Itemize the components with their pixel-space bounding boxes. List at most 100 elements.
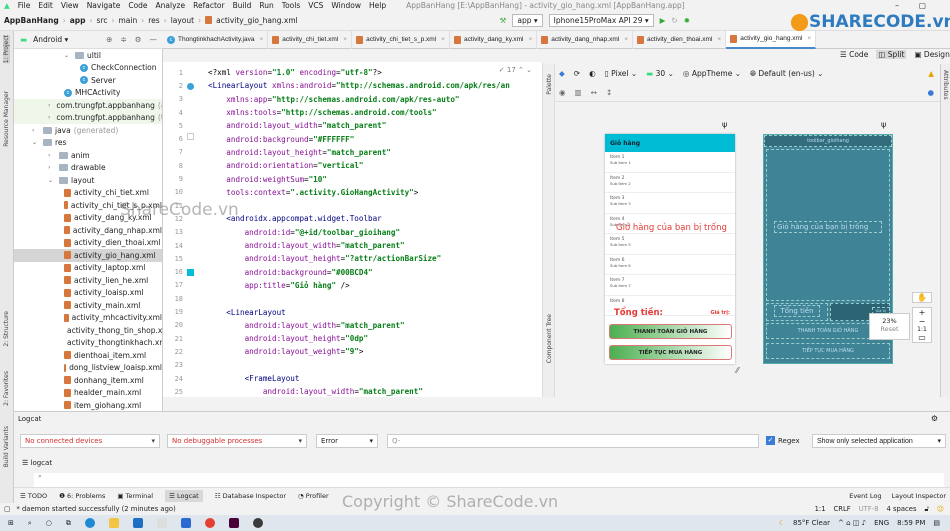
tree-item[interactable]: healder_main.xml	[14, 387, 162, 400]
tool-layout-inspector[interactable]: Layout Inspector	[892, 492, 946, 500]
color-swatch-icon[interactable]	[187, 133, 194, 140]
tab-ThongtinkhachActivity-java[interactable]: c ThongtinkhachActivity.java ×	[163, 30, 269, 49]
bottom-tab-profiler[interactable]: ◔ Profiler	[298, 492, 329, 500]
breadcrumb-layout[interactable]: layout	[171, 16, 194, 25]
chevron-down-icon[interactable]: ⌄	[64, 52, 72, 59]
tree-item[interactable]: activity_gio_hang.xml	[14, 249, 162, 262]
collapse-icon[interactable]: ≑	[120, 35, 126, 44]
chevron-right-icon[interactable]: ›	[48, 152, 56, 159]
adobe-xd-icon[interactable]	[228, 518, 239, 528]
file-explorer-icon[interactable]	[108, 518, 119, 528]
menu-window[interactable]: Window	[331, 1, 361, 10]
tree-item[interactable]: ›com.trungfpt.appbanhang(te	[14, 111, 162, 124]
bottom-tab-terminal[interactable]: ▣ Terminal	[117, 492, 153, 500]
code-editor[interactable]: ✓ 17 ⌃ ⌄ 1 <?xml version="1.0" encoding="…	[163, 62, 543, 397]
close-tab-icon[interactable]: ×	[343, 36, 347, 43]
tree-item[interactable]: dong_listview_loaisp.xml	[14, 362, 162, 375]
close-tab-icon[interactable]: ×	[259, 36, 263, 43]
notification-icon[interactable]: ▤	[933, 519, 940, 527]
menu-run[interactable]: Run	[259, 1, 273, 10]
clock[interactable]: 8:59 PM	[897, 519, 925, 527]
cortana-icon[interactable]: ○	[46, 519, 52, 527]
project-tool-button[interactable]: 1: Project	[3, 35, 10, 64]
close-tab-icon[interactable]: ×	[528, 36, 532, 43]
design-mode-button[interactable]: ▣ Design	[914, 50, 949, 59]
menu-navigate[interactable]: Navigate	[87, 1, 121, 10]
resize-handle[interactable]: ⁄⁄	[736, 366, 739, 375]
android-studio-taskbar-icon[interactable]	[252, 518, 263, 528]
tree-item[interactable]: ⌄ res	[14, 137, 162, 150]
locale-select[interactable]: 🌐︎ Default (en-us) ⌄	[750, 69, 823, 79]
regex-checkbox[interactable]: ✓ Regex	[766, 436, 800, 445]
menu-build[interactable]: Build	[233, 1, 252, 10]
tree-item[interactable]: › drawable	[14, 162, 162, 175]
horizontal-resize-icon[interactable]: ↔	[591, 88, 597, 97]
tree-item[interactable]: dienthoai_item.xml	[14, 349, 162, 362]
close-tab-icon[interactable]: ×	[807, 35, 811, 42]
run-icon[interactable]: ▶	[660, 16, 666, 25]
menu-refactor[interactable]: Refactor	[193, 1, 224, 10]
process-dropdown[interactable]: No debuggable processes ▾	[167, 434, 307, 448]
vertical-resize-icon[interactable]: ↕	[606, 88, 612, 97]
device-dropdown[interactable]: No connected devices ▾	[20, 434, 160, 448]
layout-preview[interactable]: Giỏ hàng Item 1 Sub Item 1 Item 2 Sub Item …	[605, 134, 735, 364]
tree-item[interactable]: c Server	[14, 74, 162, 87]
maximize-button[interactable]: ▢	[919, 1, 926, 10]
logcat-output[interactable]: »	[34, 473, 944, 488]
locate-icon[interactable]: ⊕	[106, 35, 112, 44]
zoom-reset-button[interactable]: Reset	[870, 325, 909, 333]
file-encoding[interactable]: UTF-8	[859, 505, 879, 514]
eye-icon[interactable]: ◉	[559, 88, 566, 97]
run-config-select[interactable]: app ▾	[512, 13, 543, 27]
caret-position[interactable]: 1:1	[815, 505, 826, 514]
menu-edit[interactable]: Edit	[38, 1, 53, 10]
tree-item[interactable]: › java (generated)	[14, 124, 162, 137]
tree-item[interactable]: activity_lien_he.xml	[14, 274, 162, 287]
structure-tool-button[interactable]: 2: Structure	[3, 311, 10, 347]
chevron-down-icon[interactable]: ⌄	[48, 177, 56, 184]
class-icon[interactable]	[187, 83, 194, 90]
minimize-button[interactable]: –	[895, 1, 899, 10]
zoom-out-button[interactable]: −	[913, 317, 931, 326]
continue-shopping-button-preview[interactable]: TIẾP TỤC MUA HÀNG	[609, 345, 732, 360]
bottom-tab-database-inspector[interactable]: ☷ Database Inspector	[215, 492, 286, 500]
tree-item[interactable]: activity_loaisp.xml	[14, 287, 162, 300]
chevron-right-icon[interactable]: ›	[48, 102, 50, 109]
device-select[interactable]: Iphone15ProMax API 29 ▾	[548, 13, 654, 27]
logcat-tab[interactable]: ☰ logcat	[22, 459, 52, 467]
tab-activity_chi_tiet_s_p-xml[interactable]: activity_chi_tiet_s_p.xml ×	[352, 30, 450, 49]
chevron-right-icon[interactable]: ›	[32, 127, 40, 134]
app-icon[interactable]	[156, 518, 167, 528]
tree-item[interactable]: c CheckConnection	[14, 62, 162, 75]
search-icon[interactable]: ⌕	[28, 519, 32, 528]
menu-tools[interactable]: Tools	[282, 1, 300, 10]
close-tab-icon[interactable]: ×	[624, 36, 628, 43]
tree-item[interactable]: c MHCActivity	[14, 87, 162, 100]
windows-start-icon[interactable]: ⊞	[8, 519, 14, 527]
tree-item[interactable]: activity_thongtinkhach.xml	[14, 337, 162, 350]
tree-item[interactable]: activity_dien_thoai.xml	[14, 237, 162, 250]
attributes-tool-button[interactable]: Attributes	[942, 70, 949, 100]
tree-item[interactable]: activity_mhcactivity.xml	[14, 312, 162, 325]
tree-item[interactable]: ⌄ layout	[14, 174, 162, 187]
word-icon[interactable]	[180, 518, 191, 528]
layers-icon[interactable]: ◆	[559, 69, 565, 78]
menu-help[interactable]: Help	[369, 1, 386, 10]
tree-item[interactable]: ⌄ ultil	[14, 49, 162, 62]
breadcrumb-project[interactable]: AppBanHang	[4, 16, 59, 25]
zoom-one-to-one-button[interactable]: 1:1	[913, 326, 931, 333]
tab-activity_gio_hang-xml[interactable]: activity_gio_hang.xml ×	[726, 30, 817, 49]
tab-activity_chi_tiet-xml[interactable]: activity_chi_tiet.xml ×	[268, 30, 353, 49]
tree-item[interactable]: activity_chi_tiet.xml	[14, 187, 162, 200]
task-view-icon[interactable]: ⧉	[66, 519, 71, 528]
weather-text[interactable]: 85°F Clear	[793, 519, 830, 527]
mail-icon[interactable]	[132, 518, 143, 528]
device-select[interactable]: ▯ Pixel ⌄	[605, 69, 638, 78]
tab-activity_dang_nhap-xml[interactable]: activity_dang_nhap.xml ×	[537, 30, 633, 49]
tray-icons[interactable]: ^ ⌂ ◫ ♪	[838, 519, 866, 527]
line-separator[interactable]: CRLF	[834, 505, 851, 514]
breadcrumb-res[interactable]: res	[148, 16, 159, 25]
bottom-tab-todo[interactable]: ☰ TODO	[20, 492, 47, 500]
tree-item[interactable]: ›com.trungfpt.appbanhang(an	[14, 99, 162, 112]
indent-setting[interactable]: 4 spaces	[887, 505, 917, 514]
